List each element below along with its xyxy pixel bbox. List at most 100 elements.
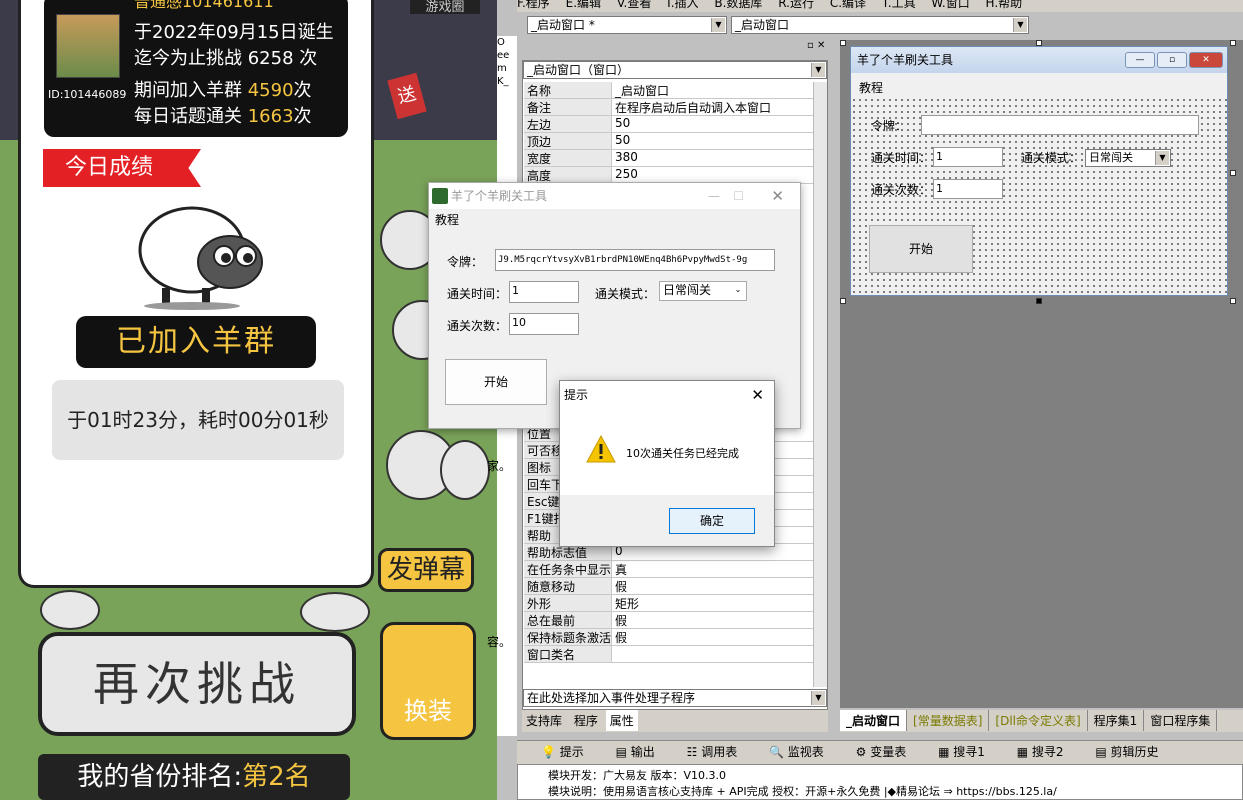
message-dialog[interactable]: 提示 ✕ 10次通关任务已经完成 确定 [559, 380, 775, 547]
property-scrollbar[interactable] [813, 82, 827, 687]
tab-hint[interactable]: 💡 提示 [541, 745, 598, 759]
tab-window-assembly[interactable]: 窗口程序集 [1144, 710, 1218, 731]
token-input[interactable]: J9.M5rqcrYtvsyXvB1rbrdPN10WEnq4Bh6PvpyMw… [495, 249, 775, 271]
property-value[interactable]: 矩形 [612, 595, 814, 611]
warning-icon [586, 435, 616, 463]
menu-item-compile[interactable]: C.编译 [830, 0, 866, 10]
property-value[interactable]: 假 [612, 578, 814, 594]
dialog-titlebar: 提示 ✕ [560, 381, 774, 409]
resize-handle[interactable] [840, 298, 846, 304]
menu-item-run[interactable]: R.运行 [778, 0, 814, 10]
count-input[interactable]: 1 [933, 179, 1003, 199]
property-value[interactable]: 真 [612, 561, 814, 577]
panel-controls[interactable]: ▫ ✕ [807, 40, 829, 52]
time-input[interactable]: 1 [933, 147, 1003, 167]
background-sheep [300, 592, 370, 632]
resize-handle[interactable] [840, 40, 846, 46]
today-result-ribbon: 今日成绩 [43, 149, 201, 187]
property-row[interactable]: 窗口类名 [524, 646, 814, 663]
property-row[interactable]: 保持标题条激活假 [524, 629, 814, 646]
property-row[interactable]: 宽度 380 [524, 150, 814, 167]
maximize-icon[interactable]: ☐ [733, 183, 744, 209]
tab-support-library[interactable]: 支持库 [522, 710, 566, 731]
property-value[interactable]: 假 [612, 629, 814, 645]
token-input[interactable] [921, 115, 1199, 135]
tab-properties[interactable]: 属性 [605, 710, 638, 731]
background-sheep [40, 590, 100, 630]
property-row[interactable]: 外形 矩形 [524, 595, 814, 612]
design-canvas[interactable]: 令牌： 通关时间： 1 通关模式： 日常闯关 ▼ 通关次数： 1 开始 [851, 97, 1227, 295]
object-select-combo[interactable]: _启动窗口 ▼ [731, 16, 1029, 34]
property-row[interactable]: 备注 在程序启动后自动调入本窗口 [524, 99, 814, 116]
property-value[interactable]: 50 [612, 116, 814, 132]
game-circle-label: 游戏圈 [410, 0, 480, 15]
skin-button[interactable]: 换装 [380, 622, 476, 740]
design-form[interactable]: 羊了个羊刷关工具 — ▫ ✕ 教程 令牌： 通关时间： 1 通关模式： 日常闯关… [850, 46, 1228, 296]
retry-button[interactable]: 再次挑战 [38, 632, 356, 736]
close-icon[interactable]: ✕ [751, 381, 764, 409]
tool-menu[interactable]: 教程 [435, 211, 459, 228]
ok-button[interactable]: 确定 [669, 508, 755, 534]
menu-item-insert[interactable]: I.插入 [667, 0, 698, 10]
start-button[interactable]: 开始 [445, 359, 547, 405]
menu-item-window[interactable]: W.窗口 [931, 0, 969, 10]
ide-menubar: F.程序 E.编辑 V.查看 I.插入 B.数据库 R.运行 C.编译 T.工具… [517, 0, 1243, 12]
property-key: 随意移动 [524, 578, 612, 594]
menu-item-database[interactable]: B.数据库 [714, 0, 762, 10]
token-label: 令牌： [871, 119, 908, 133]
tab-watch[interactable]: 🔍 监视表 [769, 745, 838, 759]
property-value[interactable]: 250 [612, 167, 814, 183]
property-row[interactable]: 左边 50 [524, 116, 814, 133]
profile-box: 普通感101461611 ID:101446089 于2022年09月15日诞生… [44, 0, 348, 137]
tab-output[interactable]: ▤ 输出 [616, 745, 669, 759]
mode-select[interactable]: 日常闯关 ▼ [1085, 149, 1171, 167]
property-value[interactable]: 50 [612, 133, 814, 149]
province-rank: 我的省份排名:第2名 [38, 754, 350, 800]
property-value[interactable]: 在程序启动后自动调入本窗口 [612, 99, 814, 115]
mode-select[interactable]: 日常闯关 ⌄ [659, 281, 747, 301]
event-combo[interactable]: 在此处选择加入事件处理子程序 ▼ [523, 689, 827, 707]
resize-handle[interactable] [1230, 40, 1236, 46]
tab-assembly1[interactable]: 程序集1 [1088, 710, 1145, 731]
start-button[interactable]: 开始 [869, 225, 973, 273]
tab-startup-window[interactable]: _启动窗口 [840, 710, 908, 731]
menu-item-tools[interactable]: T.工具 [882, 0, 916, 10]
tab-search2[interactable]: ▦ 搜寻2 [1017, 745, 1078, 759]
tab-program[interactable]: 程序 [570, 710, 602, 731]
dialog-message: 10次通关任务已经完成 [626, 447, 739, 460]
property-value[interactable]: 假 [612, 612, 814, 628]
property-row[interactable]: 总在最前假 [524, 612, 814, 629]
close-icon[interactable]: ✕ [771, 183, 784, 209]
property-row[interactable]: 顶边 50 [524, 133, 814, 150]
time-input[interactable]: 1 [509, 281, 579, 303]
menu-item-edit[interactable]: E.编辑 [566, 0, 601, 10]
output-line: 模块开发：广大易友 版本：V10.3.0 [548, 769, 727, 782]
tab-constants[interactable]: [常量数据表] [907, 710, 990, 731]
property-row[interactable]: 随意移动假 [524, 578, 814, 595]
property-key: 在任务条中显示 [524, 561, 612, 577]
resize-handle[interactable] [1230, 298, 1236, 304]
count-input[interactable]: 10 [509, 313, 579, 335]
chevron-down-icon: ▼ [811, 63, 825, 77]
property-value[interactable]: _启动窗口 [612, 82, 814, 98]
property-value[interactable]: 380 [612, 150, 814, 166]
tab-search1[interactable]: ▦ 搜寻1 [938, 745, 999, 759]
property-row[interactable]: 名称 _启动窗口 [524, 82, 814, 99]
menu-item-view[interactable]: V.查看 [617, 0, 651, 10]
tab-clip-history[interactable]: ▤ 剪辑历史 [1095, 745, 1172, 759]
tab-call-table[interactable]: ☷ 调用表 [687, 745, 752, 759]
joined-flock-button[interactable]: 已加入羊群 [76, 316, 316, 368]
menu-item-program[interactable]: F.程序 [517, 0, 550, 10]
tab-variables[interactable]: ⚙ 变量表 [856, 745, 921, 759]
window-select-combo[interactable]: _启动窗口 * ▼ [527, 16, 727, 34]
property-value[interactable] [612, 646, 814, 662]
menu-item-help[interactable]: H.帮助 [986, 0, 1023, 10]
danmu-button[interactable]: 发弹幕 [378, 548, 474, 592]
resize-handle[interactable] [1230, 170, 1236, 176]
tab-dll-commands[interactable]: [Dll命令定义表] [989, 710, 1088, 731]
property-object-combo[interactable]: _启动窗口（窗口） ▼ [523, 61, 827, 79]
minimize-icon[interactable]: — [708, 183, 720, 209]
property-row[interactable]: 在任务条中显示真 [524, 561, 814, 578]
chevron-down-icon: ▼ [1155, 151, 1169, 165]
resize-handle[interactable] [1036, 298, 1042, 304]
